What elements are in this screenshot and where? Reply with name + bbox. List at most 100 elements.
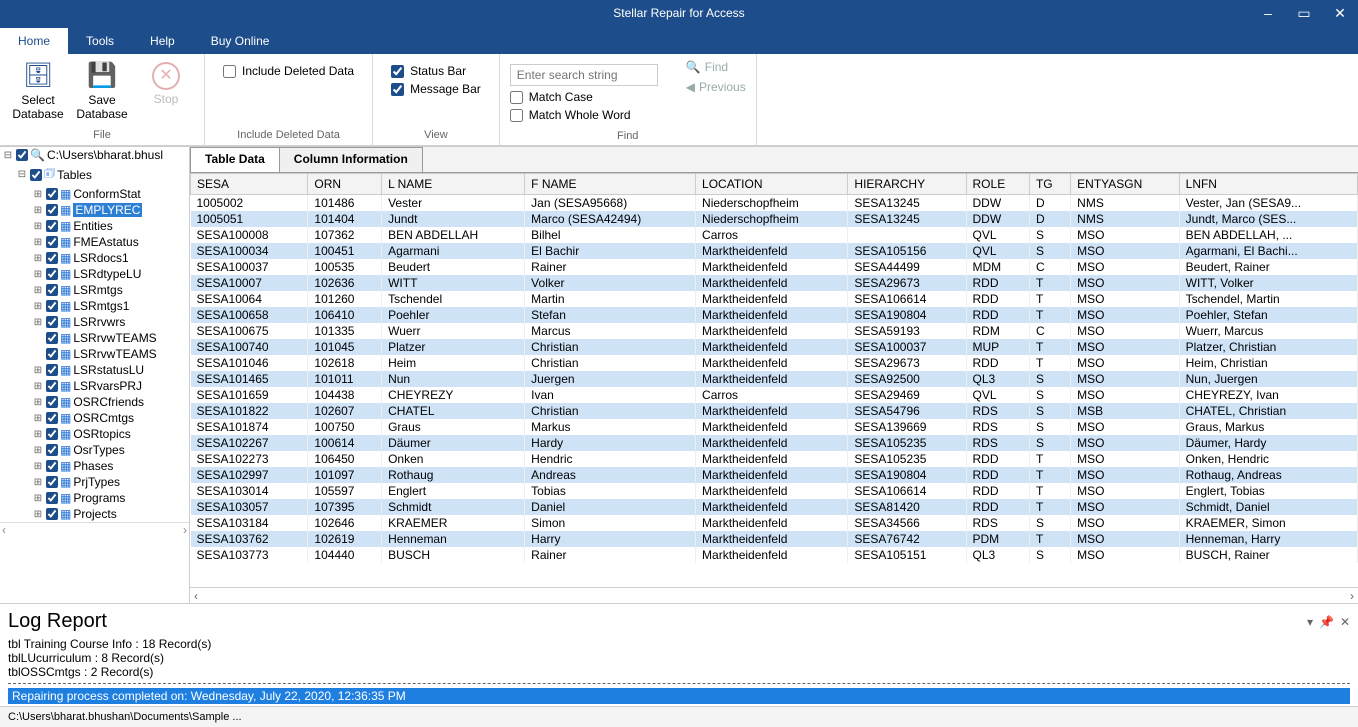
folder-icon: 🗊 [44, 164, 55, 185]
tree-item-conformstat[interactable]: ⊞▦ConformStat [0, 186, 189, 202]
log-completion: Repairing process completed on: Wednesda… [8, 688, 1350, 704]
table-row[interactable]: SESA103773104440BUSCHRainerMarktheidenfe… [191, 547, 1358, 563]
tree-item-lsrrvwrs[interactable]: ⊞▦LSRrvwrs [0, 314, 189, 330]
chevron-left-icon: ◀ [686, 80, 695, 94]
tree-item-lsrstatuslu[interactable]: ⊞▦LSRstatusLU [0, 362, 189, 378]
tree-root-node[interactable]: ⊟🔍C:\Users\bharat.bhusl [0, 147, 189, 163]
tree-item-osrcmtgs[interactable]: ⊞▦OSRCmtgs [0, 410, 189, 426]
title-bar: Stellar Repair for Access – ▭ ✕ [0, 0, 1358, 26]
tree-item-osrcfriends[interactable]: ⊞▦OSRCfriends [0, 394, 189, 410]
tree-item-lsrrvwteams[interactable]: ▦LSRrvwTEAMS [0, 346, 189, 362]
table-row[interactable]: SESA101465101011NunJuergenMarktheidenfel… [191, 371, 1358, 387]
tree-item-phases[interactable]: ⊞▦Phases [0, 458, 189, 474]
table-row[interactable]: SESA100675101335WuerrMarcusMarktheidenfe… [191, 323, 1358, 339]
tab-help[interactable]: Help [132, 28, 193, 54]
table-row[interactable]: SESA103057107395SchmidtDanielMarktheiden… [191, 499, 1358, 515]
include-deleted-checkbox[interactable]: Include Deleted Data [223, 64, 354, 78]
minimize-button[interactable]: – [1250, 0, 1286, 26]
message-bar-checkbox[interactable]: Message Bar [391, 82, 481, 96]
select-database-button[interactable]: 🗄 Select Database [10, 58, 66, 122]
tree-item-lsrmtgs[interactable]: ⊞▦LSRmtgs [0, 282, 189, 298]
find-button[interactable]: 🔍Find [686, 60, 746, 74]
maximize-button[interactable]: ▭ [1286, 0, 1322, 26]
tab-tools[interactable]: Tools [68, 28, 132, 54]
tab-home[interactable]: Home [0, 28, 68, 54]
table-row[interactable]: SESA103762102619HennemanHarryMarktheiden… [191, 531, 1358, 547]
tree-item-entities[interactable]: ⊞▦Entities [0, 218, 189, 234]
table-row[interactable]: SESA100740101045PlatzerChristianMarkthei… [191, 339, 1358, 355]
column-header[interactable]: F NAME [525, 174, 696, 195]
table-row[interactable]: SESA102997101097RothaugAndreasMarktheide… [191, 467, 1358, 483]
column-header[interactable]: LOCATION [696, 174, 848, 195]
tree-item-projects[interactable]: ⊞▦Projects [0, 506, 189, 522]
log-title: Log Report [8, 610, 107, 633]
column-header[interactable]: TG [1029, 174, 1070, 195]
column-header[interactable]: SESA [191, 174, 308, 195]
tab-buy-online[interactable]: Buy Online [193, 28, 288, 54]
table-row[interactable]: SESA101046102618HeimChristianMarktheiden… [191, 355, 1358, 371]
table-row[interactable]: SESA101874100750GrausMarkusMarktheidenfe… [191, 419, 1358, 435]
table-icon: ▦ [60, 491, 71, 505]
tree-item-fmeastatus[interactable]: ⊞▦FMEAstatus [0, 234, 189, 250]
ribbon: 🗄 Select Database 💾 Save Database ✕ Stop… [0, 54, 1358, 146]
match-case-checkbox[interactable]: Match Case [510, 90, 658, 104]
tree-horizontal-scrollbar[interactable]: ‹› [0, 522, 189, 534]
pin-icon[interactable]: 📌 [1319, 615, 1334, 629]
table-row[interactable]: 1005002101486VesterJan (SESA95668)Nieder… [191, 195, 1358, 212]
column-header[interactable]: HIERARCHY [848, 174, 966, 195]
tree-item-emplyrec[interactable]: ⊞▦EMPLYREC [0, 202, 189, 218]
tree-item-lsrmtgs1[interactable]: ⊞▦LSRmtgs1 [0, 298, 189, 314]
table-icon: ▦ [60, 235, 71, 249]
tree-item-prjtypes[interactable]: ⊞▦PrjTypes [0, 474, 189, 490]
previous-button[interactable]: ◀Previous [686, 80, 746, 94]
table-row[interactable]: SESA101659104438CHEYREZYIvanCarrosSESA29… [191, 387, 1358, 403]
table-row[interactable]: SESA102273106450OnkenHendricMarktheidenf… [191, 451, 1358, 467]
table-row[interactable]: 1005051101404JundtMarco (SESA42494)Niede… [191, 211, 1358, 227]
table-row[interactable]: SESA100658106410PoehlerStefanMarktheiden… [191, 307, 1358, 323]
tree-item-osrtypes[interactable]: ⊞▦OsrTypes [0, 442, 189, 458]
close-icon[interactable]: ✕ [1340, 615, 1350, 629]
table-icon: ▦ [60, 203, 71, 217]
group-label-find: Find [510, 128, 746, 144]
tree-item-lsrvarsprj[interactable]: ⊞▦LSRvarsPRJ [0, 378, 189, 394]
search-input[interactable] [510, 64, 658, 86]
table-row[interactable]: SESA103184102646KRAEMERSimonMarktheidenf… [191, 515, 1358, 531]
group-label-include: Include Deleted Data [215, 127, 362, 143]
column-header[interactable]: L NAME [382, 174, 525, 195]
save-database-button[interactable]: 💾 Save Database [74, 58, 130, 122]
table-row[interactable]: SESA10064101260TschendelMartinMarktheide… [191, 291, 1358, 307]
app-title: Stellar Repair for Access [613, 6, 744, 20]
table-icon: ▦ [60, 379, 71, 393]
tree-item-osrtopics[interactable]: ⊞▦OSRtopics [0, 426, 189, 442]
tree-item-programs[interactable]: ⊞▦Programs [0, 490, 189, 506]
table-row[interactable]: SESA10007102636WITTVolkerMarktheidenfeld… [191, 275, 1358, 291]
column-header[interactable]: LNFN [1179, 174, 1357, 195]
status-bar-checkbox[interactable]: Status Bar [391, 64, 466, 78]
table-row[interactable]: SESA100034100451AgarmaniEl BachirMarkthe… [191, 243, 1358, 259]
table-row[interactable]: SESA100008107362BEN ABDELLAHBilhelCarros… [191, 227, 1358, 243]
column-header[interactable]: ENTYASGN [1071, 174, 1179, 195]
table-icon: ▦ [60, 187, 71, 201]
status-bar: C:\Users\bharat.bhushan\Documents\Sample… [0, 706, 1358, 727]
close-button[interactable]: ✕ [1322, 0, 1358, 26]
tree-item-lsrdocs1[interactable]: ⊞▦LSRdocs1 [0, 250, 189, 266]
tab-table-data[interactable]: Table Data [190, 147, 280, 172]
table-icon: ▦ [60, 331, 71, 345]
log-panel: Log Report ▾ 📌 ✕ tbl Training Course Inf… [0, 603, 1358, 706]
table-row[interactable]: SESA103014105597EnglertTobiasMarktheiden… [191, 483, 1358, 499]
table-row[interactable]: SESA100037100535BeudertRainerMarktheiden… [191, 259, 1358, 275]
table-row[interactable]: SESA102267100614DäumerHardyMarktheidenfe… [191, 435, 1358, 451]
table-row[interactable]: SESA101822102607CHATELChristianMarktheid… [191, 403, 1358, 419]
group-label-file: File [10, 127, 194, 143]
column-header[interactable]: ROLE [966, 174, 1029, 195]
match-whole-word-checkbox[interactable]: Match Whole Word [510, 108, 658, 122]
column-header[interactable]: ORN [308, 174, 382, 195]
tree-tables-node[interactable]: ⊟🗊Tables [0, 163, 189, 186]
tree-item-lsrdtypelu[interactable]: ⊞▦LSRdtypeLU [0, 266, 189, 282]
tab-column-information[interactable]: Column Information [279, 147, 423, 172]
tree-item-lsrrvwteams[interactable]: ▦LSRrvwTEAMS [0, 330, 189, 346]
table-icon: ▦ [60, 459, 71, 473]
grid-horizontal-scrollbar[interactable]: ‹› [190, 587, 1358, 603]
grid-tabs: Table Data Column Information [190, 147, 1358, 173]
dropdown-icon[interactable]: ▾ [1307, 615, 1313, 629]
